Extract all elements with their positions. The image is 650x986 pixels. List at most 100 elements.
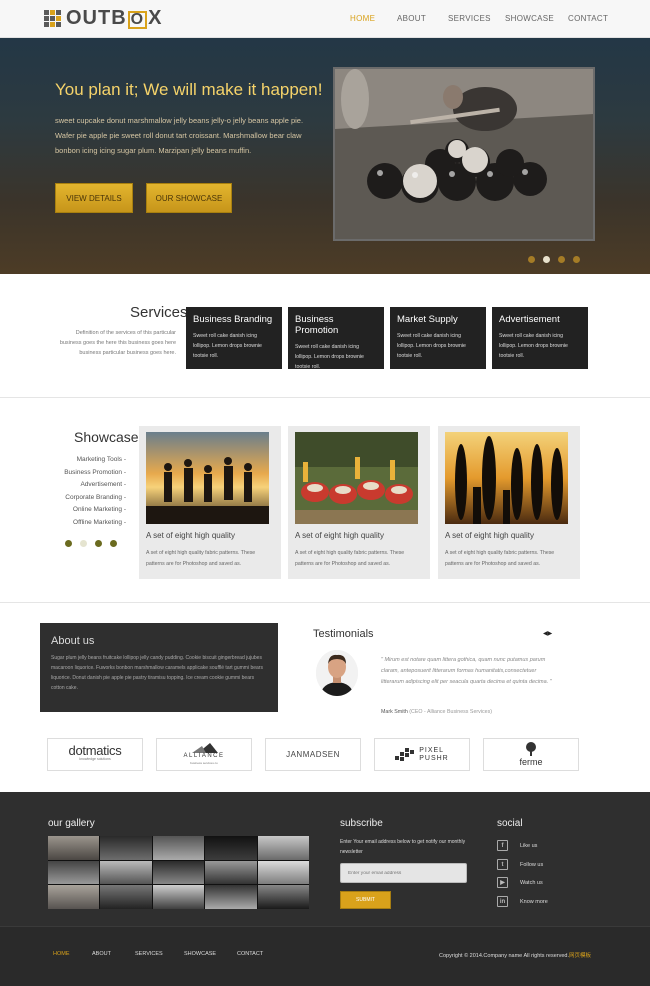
footer-nav-contact[interactable]: CONTACT	[237, 951, 263, 957]
service-title: Advertisement	[499, 314, 560, 325]
gallery-thumb[interactable]	[48, 885, 100, 909]
showcase-card-title: A set of eight high quality	[146, 531, 235, 540]
email-field[interactable]	[340, 863, 467, 883]
testimonial-author: Mark Smith (CEO - Alliance Business Serv…	[381, 709, 492, 715]
subscribe-title: subscribe	[340, 818, 383, 829]
service-text: Sweet roll cake danish icing lollipop. L…	[193, 333, 262, 359]
showcase-image-surfboards	[445, 432, 568, 524]
gallery-thumb[interactable]	[205, 836, 257, 860]
gallery-thumb[interactable]	[257, 860, 309, 885]
gallery-thumb[interactable]	[205, 885, 257, 909]
testimonial-arrows: ◀▶	[543, 630, 552, 637]
gallery-title: our gallery	[48, 818, 95, 829]
divider	[0, 602, 650, 603]
nav-home[interactable]: HOME	[350, 14, 375, 23]
category-link[interactable]: Business Promotion -	[56, 467, 126, 480]
about-text: Sugar plum jelly beans fruitcake lollipo…	[51, 655, 263, 691]
gallery-thumb[interactable]	[152, 885, 205, 909]
category-link[interactable]: Online Marketing -	[56, 504, 126, 517]
showcase-image-dancers	[295, 432, 418, 524]
page: OUTB O X HOME ABOUT SERVICES SHOWCASE CONT…	[0, 0, 650, 986]
services-title: Services	[130, 304, 188, 321]
gallery-thumb[interactable]	[152, 860, 205, 885]
showcase-card[interactable]: A set of eight high quality A set of eig…	[288, 426, 430, 579]
showcase-dot-4[interactable]	[110, 540, 117, 547]
footer-nav-showcase[interactable]: SHOWCASE	[184, 951, 216, 957]
showcase-card-text: A set of eight high quality fabric patte…	[146, 550, 256, 567]
nav-contact[interactable]: CONTACT	[568, 14, 608, 23]
nav-showcase[interactable]: SHOWCASE	[505, 14, 554, 23]
slide-dot-4[interactable]	[573, 256, 580, 263]
testimonials-title: Testimonials	[313, 628, 374, 640]
showcase-dot-2[interactable]	[80, 540, 87, 547]
slide-dot-3[interactable]	[558, 256, 565, 263]
service-title: Business Branding	[193, 314, 273, 325]
social-link-linkedin[interactable]: in Know more	[497, 896, 548, 907]
footer-nav-about[interactable]: ABOUT	[92, 951, 111, 957]
service-text: Sweet roll cake danish icing lollipop. L…	[499, 333, 568, 359]
service-card-advertisement[interactable]: Advertisement Sweet roll cake danish ici…	[492, 307, 588, 369]
logo-text: OUTB O X	[66, 7, 163, 29]
category-link[interactable]: Offline Marketing -	[56, 517, 126, 530]
gallery-thumb[interactable]	[205, 860, 257, 885]
copyright-text: Copyright © 2014.Company name All rights…	[439, 953, 592, 959]
showcase-card-title: A set of eight high quality	[295, 531, 384, 540]
category-link[interactable]: Marketing Tools -	[56, 454, 126, 467]
nav-about[interactable]: ABOUT	[397, 14, 426, 23]
gallery-thumb[interactable]	[100, 836, 152, 860]
gallery-thumb[interactable]	[152, 836, 205, 860]
divider	[0, 397, 650, 398]
copyright-accent[interactable]: 网页模板	[569, 953, 591, 959]
hero-text: sweet cupcake donut marshmallow jelly be…	[55, 116, 304, 155]
footer-nav-home[interactable]: HOME	[53, 951, 70, 957]
gallery-thumb[interactable]	[257, 885, 309, 909]
nav-services[interactable]: SERVICES	[448, 14, 491, 23]
gallery-thumb[interactable]	[100, 885, 152, 909]
showcase-category-list: Marketing Tools - Business Promotion - A…	[56, 454, 126, 529]
showcase-dot-3[interactable]	[95, 540, 102, 547]
service-card-branding[interactable]: Business Branding Sweet roll cake danish…	[186, 307, 282, 369]
our-showcase-button[interactable]: OUR SHOWCASE	[146, 183, 232, 213]
service-text: Sweet roll cake danish icing lollipop. L…	[295, 344, 364, 370]
showcase-dot-1[interactable]	[65, 540, 72, 547]
showcase-card[interactable]: A set of eight high quality A set of eig…	[139, 426, 281, 579]
showcase-card[interactable]: A set of eight high quality A set of eig…	[438, 426, 580, 579]
about-title: About us	[51, 635, 95, 647]
footer-nav-services[interactable]: SERVICES	[135, 951, 163, 957]
site-header: OUTB O X HOME ABOUT SERVICES SHOWCASE CONT…	[0, 0, 650, 38]
showcase-card-text: A set of eight high quality fabric patte…	[295, 550, 405, 567]
hero-billiards-image	[333, 67, 595, 241]
social-link-facebook[interactable]: f Like us	[497, 840, 537, 851]
gallery-thumb[interactable]	[48, 860, 100, 885]
about-us-box: About us Sugar plum jelly beans fruitcak…	[40, 623, 278, 712]
gallery-thumb[interactable]	[100, 860, 152, 885]
showcase-title: Showcase	[74, 429, 139, 445]
service-title: Business Promotion	[295, 314, 339, 336]
site-logo[interactable]: OUTB O X	[44, 7, 162, 30]
slide-dot-1[interactable]	[528, 256, 535, 263]
twitter-icon: t	[497, 859, 508, 870]
partner-logo-alliance[interactable]: ALLIANCE business services co	[156, 738, 252, 771]
social-link-twitter[interactable]: t Follow us	[497, 859, 543, 870]
social-link-youtube[interactable]: ▶ Watch us	[497, 877, 543, 888]
linkedin-icon: in	[497, 896, 508, 907]
category-link[interactable]: Advertisement -	[56, 479, 126, 492]
partner-logo-janmadsen[interactable]: JANMADSEN	[265, 738, 361, 771]
gallery-thumb[interactable]	[257, 836, 309, 860]
partner-logo-ferme[interactable]: ferme	[483, 738, 579, 771]
testimonial-quote: " Mirum est notare quam littera gothica,…	[381, 657, 552, 685]
subscribe-text: Enter Your email address below to get no…	[340, 839, 466, 855]
service-card-promotion[interactable]: Business Promotion Sweet roll cake danis…	[288, 307, 384, 370]
gallery-thumb[interactable]	[48, 836, 100, 860]
next-arrow-icon[interactable]: ▶	[548, 631, 553, 637]
view-details-button[interactable]: VIEW DETAILS	[55, 183, 133, 213]
submit-button[interactable]: SUBMIT	[340, 891, 391, 909]
service-title: Market Supply	[397, 314, 458, 325]
slide-dot-2[interactable]	[543, 256, 550, 263]
youtube-icon: ▶	[497, 877, 508, 888]
partner-logo-pixel-pushr[interactable]: PIXEL PUSHR	[374, 738, 470, 771]
category-link[interactable]: Corporate Branding -	[56, 492, 126, 505]
partner-logo-dotmatics[interactable]: dotmatics knowledge solutions	[47, 738, 143, 771]
service-card-market-supply[interactable]: Market Supply Sweet roll cake danish ici…	[390, 307, 486, 369]
showcase-image-sunset-jump	[146, 432, 269, 524]
